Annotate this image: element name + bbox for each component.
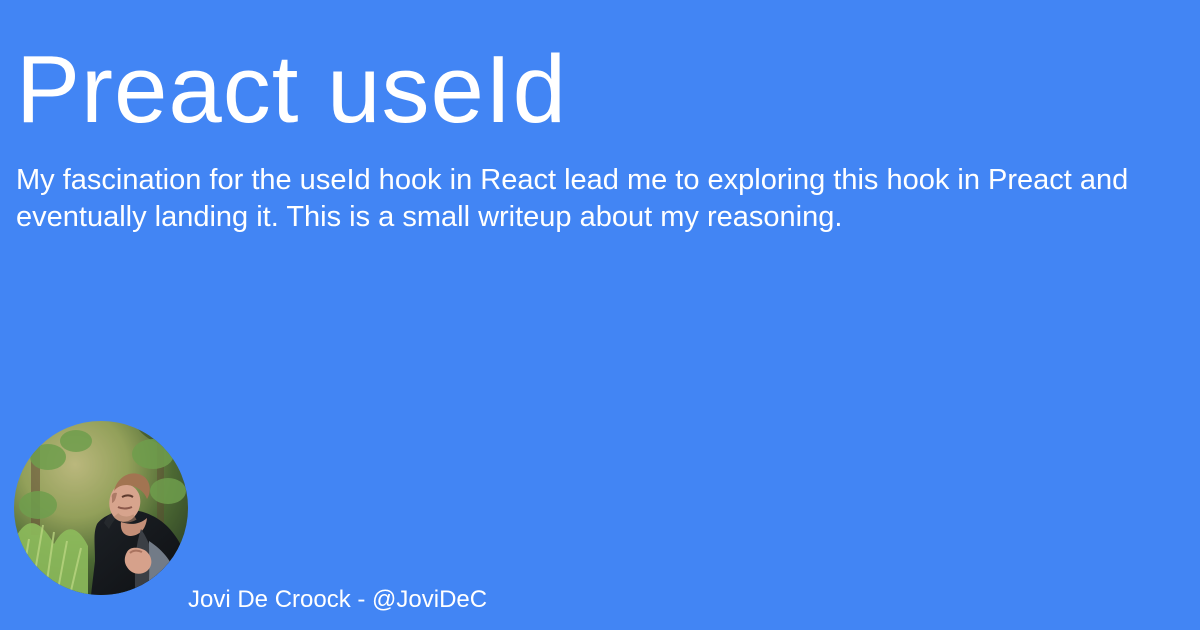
author-byline: Jovi De Croock - @JoviDeC [188,586,488,613]
page-description: My fascination for the useId hook in Rea… [16,164,1129,233]
author-photo-icon [14,421,188,595]
page-title: Preact useId [16,36,567,143]
avatar [14,421,188,595]
social-card: Preact useId My fascination for the useI… [0,0,1200,630]
